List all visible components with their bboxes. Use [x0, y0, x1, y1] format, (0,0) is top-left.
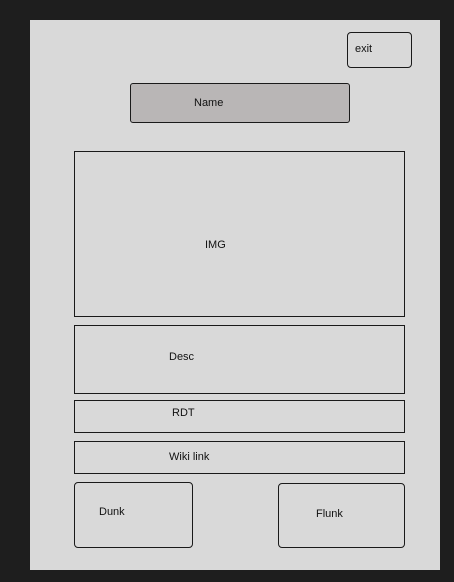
name-field: Name [130, 83, 350, 123]
wiki-link[interactable]: Wiki link [74, 441, 405, 474]
wiki-link-label: Wiki link [169, 451, 210, 463]
flunk-button[interactable]: Flunk [278, 483, 405, 548]
exit-button-label: exit [355, 43, 373, 55]
description-label: Desc [169, 351, 195, 363]
description-box: Desc [74, 325, 405, 394]
flunk-button-label: Flunk [316, 508, 343, 520]
dunk-button[interactable]: Dunk [74, 482, 193, 548]
rdt-label: RDT [172, 407, 195, 419]
dunk-button-label: Dunk [99, 506, 125, 518]
image-placeholder: IMG [74, 151, 405, 317]
name-label: Name [194, 97, 224, 109]
wireframe-panel: exit Name IMG Desc RDT Wiki link Dunk Fl… [30, 20, 440, 570]
rdt-box: RDT [74, 400, 405, 433]
exit-button[interactable]: exit [347, 32, 412, 68]
image-placeholder-label: IMG [205, 239, 226, 251]
